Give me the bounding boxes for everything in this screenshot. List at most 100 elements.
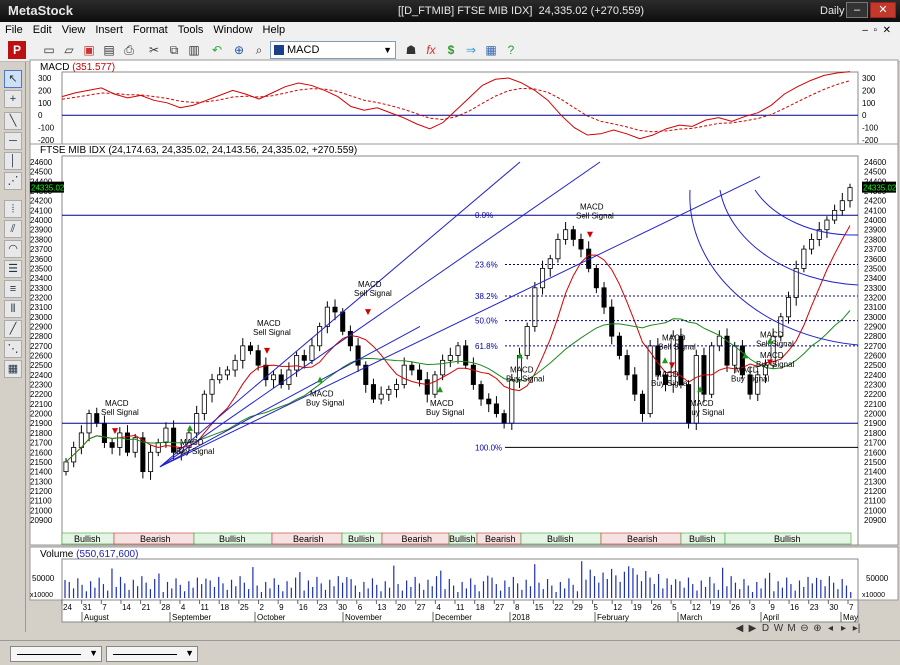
candle-body xyxy=(486,398,492,405)
price-last-right: 24335.02 xyxy=(863,184,897,193)
trend-band-label: Bullish xyxy=(689,534,716,544)
date-tick-label: 18 xyxy=(220,603,229,612)
date-tick-label: 7 xyxy=(102,603,107,612)
date-tick-label: 28 xyxy=(161,603,170,612)
price-y-tick-left: 22500 xyxy=(30,361,53,370)
fib-label: 0.0% xyxy=(475,211,493,220)
panel-background xyxy=(29,546,899,601)
zoom-in-icon[interactable]: ⊕ xyxy=(811,623,824,634)
scroll-end-icon[interactable]: ▸| xyxy=(850,623,863,634)
macd-y-tick-right: 100 xyxy=(862,99,876,108)
weekly-button[interactable]: W xyxy=(772,623,785,634)
price-y-tick-left: 21400 xyxy=(30,468,53,477)
candle-body xyxy=(94,413,100,424)
date-tick-label: 8 xyxy=(515,603,520,612)
monthly-button[interactable]: M xyxy=(785,623,798,634)
month-label: February xyxy=(597,613,629,622)
candle-body xyxy=(370,384,376,400)
candle-body xyxy=(424,379,430,395)
volume-multiplier-left: x10000 xyxy=(30,592,53,599)
price-y-tick-right: 21100 xyxy=(864,497,886,506)
price-y-tick-left: 22800 xyxy=(30,332,53,341)
date-tick-label: 5 xyxy=(672,603,677,612)
price-y-tick-left: 21700 xyxy=(30,439,53,448)
candle-body xyxy=(601,287,607,308)
date-tick-label: 30 xyxy=(829,603,838,612)
scroll-right-icon[interactable]: ▸ xyxy=(837,623,850,634)
candle-body xyxy=(432,374,438,395)
price-y-tick-right: 21400 xyxy=(864,468,887,477)
nav-next-icon[interactable]: ▶ xyxy=(746,623,759,634)
date-axis: 24 31 7 14 21 28 4 11 18 25 2 9 16 23 30 6 13 20 27 4 11 18 27… xyxy=(61,599,859,623)
signal-label-line2: Sell Signal xyxy=(576,212,614,221)
daily-button[interactable]: D xyxy=(759,623,772,634)
scroll-left-icon[interactable]: ◂ xyxy=(824,623,837,634)
line-weight-select[interactable]: ▼ xyxy=(106,646,198,662)
candle-body xyxy=(117,432,123,448)
signal-label-line1: MACD xyxy=(310,390,334,399)
price-y-tick-left: 22400 xyxy=(30,371,53,380)
date-tick-label: 13 xyxy=(377,603,386,612)
candle-body xyxy=(240,345,246,361)
price-y-tick-right: 22800 xyxy=(864,332,887,341)
price-y-tick-right: 22900 xyxy=(864,322,887,331)
price-y-tick-right: 21800 xyxy=(864,429,887,438)
trend-band-label: Bullish xyxy=(547,534,574,544)
signal-label-line1: MACD xyxy=(580,203,604,212)
price-y-tick-left: 21800 xyxy=(30,429,53,438)
signal-label-line2: Sell Signal xyxy=(756,339,794,348)
candle-body xyxy=(317,326,323,347)
signal-label-line1: MACD xyxy=(655,370,679,379)
candle-body xyxy=(501,413,507,424)
candle-body xyxy=(163,427,169,443)
candle-body xyxy=(340,311,346,332)
price-y-tick-left: 23000 xyxy=(30,313,53,322)
candle-body xyxy=(294,355,300,371)
month-label: September xyxy=(172,613,211,622)
price-y-tick-left: 24200 xyxy=(30,197,53,206)
chevron-down-icon: ▼ xyxy=(89,648,98,658)
candle-body xyxy=(455,345,461,356)
signal-label-line1: MACD xyxy=(430,399,454,408)
signal-label-line2: Buy Signal xyxy=(651,379,689,388)
price-y-tick-right: 21000 xyxy=(864,506,887,515)
candle-body xyxy=(632,374,638,395)
volume-panel-title: Volume (550,617,600) xyxy=(40,549,138,560)
price-y-tick-right: 21600 xyxy=(864,448,887,457)
trend-band-label: Bullish xyxy=(219,534,246,544)
signal-label-line1: MACD xyxy=(510,365,534,374)
price-y-tick-right: 22500 xyxy=(864,361,887,370)
volume-y-tick-right: 50000 xyxy=(866,574,889,583)
signal-label-line2: Sell Signal xyxy=(101,408,139,417)
date-tick-label: 30 xyxy=(338,603,347,612)
date-tick-label: 22 xyxy=(554,603,563,612)
zoom-out-icon[interactable]: ⊖ xyxy=(798,623,811,634)
trend-band-label: Bullish xyxy=(348,534,375,544)
month-label: October xyxy=(257,613,286,622)
price-y-tick-left: 22100 xyxy=(30,400,53,409)
date-tick-label: 23 xyxy=(810,603,819,612)
candle-body xyxy=(785,297,792,318)
price-y-tick-left: 21900 xyxy=(30,419,53,428)
date-tick-label: 15 xyxy=(535,603,544,612)
signal-label-line2: Buy Signal xyxy=(426,408,464,417)
nav-prev-icon[interactable]: ◀ xyxy=(733,623,746,634)
candle-body xyxy=(639,393,645,414)
price-y-tick-right: 21300 xyxy=(864,477,887,486)
candle-body xyxy=(63,461,69,473)
price-y-tick-right: 21200 xyxy=(864,487,887,496)
price-y-tick-left: 23800 xyxy=(30,235,53,244)
date-tick-label: 12 xyxy=(692,603,701,612)
line-style-select[interactable]: ▼ xyxy=(10,646,102,662)
signal-label-line2: Buy Signal xyxy=(506,374,544,383)
candle-body xyxy=(578,239,584,250)
date-tick-label: 6 xyxy=(358,603,363,612)
price-y-tick-right: 23500 xyxy=(864,264,887,273)
price-y-tick-left: 24600 xyxy=(30,158,53,167)
month-label: April xyxy=(763,613,779,622)
candle-body xyxy=(447,355,453,361)
month-label: 2018 xyxy=(512,613,530,622)
date-tick-label: 21 xyxy=(142,603,151,612)
chart-area[interactable]: 300 300200 200100 1000 0-100 -100-200 -200 246… xyxy=(0,0,900,665)
signal-label-line1: MACD xyxy=(662,333,686,342)
